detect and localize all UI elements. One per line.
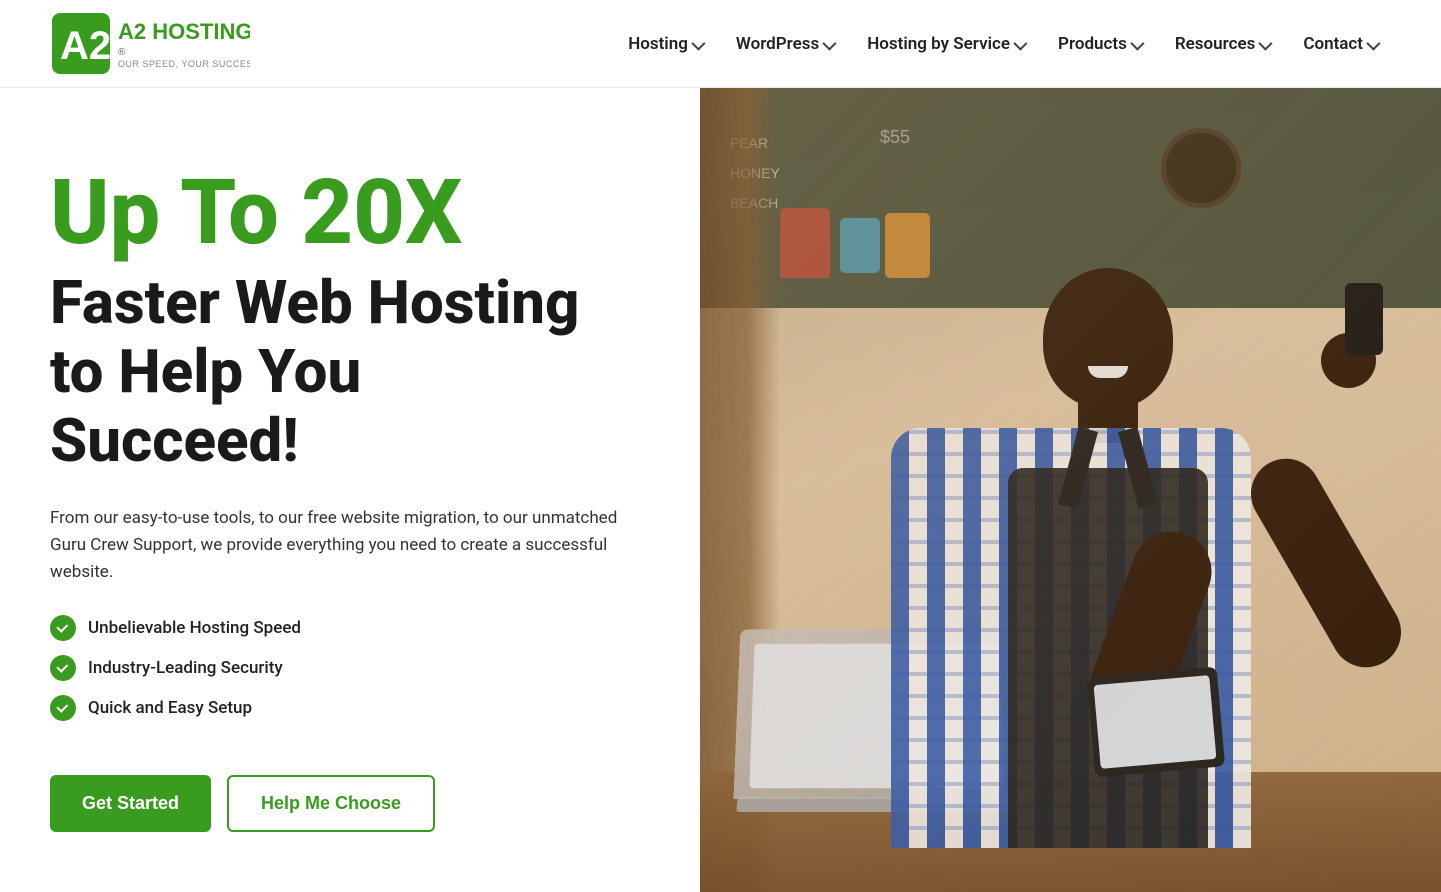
- chevron-down-icon: [1259, 36, 1273, 50]
- svg-text:A2: A2: [60, 24, 111, 68]
- main-nav: Hosting WordPress Hosting by Service Pro…: [614, 26, 1391, 62]
- nav-products[interactable]: Products: [1044, 26, 1155, 62]
- get-started-button[interactable]: Get Started: [50, 775, 211, 832]
- check-icon: [50, 615, 76, 641]
- hero-headline-bottom: Faster Web Hostingto Help YouSucceed!: [50, 268, 650, 475]
- hero-buttons: Get Started Help Me Choose: [50, 775, 650, 832]
- feature-speed: Unbelievable Hosting Speed: [50, 615, 650, 641]
- hero-photo: PEAR HONEY BEACH $55: [700, 88, 1441, 892]
- feature-setup-text: Quick and Easy Setup: [88, 698, 252, 718]
- feature-security: Industry-Leading Security: [50, 655, 650, 681]
- feature-speed-text: Unbelievable Hosting Speed: [88, 618, 301, 638]
- svg-text:OUR SPEED, YOUR SUCCESS: OUR SPEED, YOUR SUCCESS: [118, 59, 250, 69]
- svg-text:A2 HOSTING: A2 HOSTING: [118, 19, 250, 44]
- header: A2 A2 HOSTING ® OUR SPEED, YOUR SUCCESS …: [0, 0, 1441, 88]
- hero-description: From our easy-to-use tools, to our free …: [50, 505, 650, 587]
- nav-wordpress[interactable]: WordPress: [722, 26, 847, 62]
- nav-hosting[interactable]: Hosting: [614, 26, 716, 62]
- nav-contact[interactable]: Contact: [1289, 26, 1391, 62]
- chevron-down-icon: [1013, 36, 1027, 50]
- check-icon: [50, 655, 76, 681]
- hero-headline-top: Up To 20X: [50, 168, 650, 258]
- feature-setup: Quick and Easy Setup: [50, 695, 650, 721]
- svg-text:®: ®: [118, 47, 126, 58]
- chevron-down-icon: [823, 36, 837, 50]
- chevron-down-icon: [1366, 36, 1380, 50]
- check-icon: [50, 695, 76, 721]
- feature-security-text: Industry-Leading Security: [88, 658, 283, 678]
- features-list: Unbelievable Hosting Speed Industry-Lead…: [50, 615, 650, 735]
- photo-overlay: [700, 88, 1441, 892]
- chevron-down-icon: [691, 36, 705, 50]
- nav-resources[interactable]: Resources: [1161, 26, 1284, 62]
- help-me-choose-button[interactable]: Help Me Choose: [227, 775, 435, 832]
- hero-section: Up To 20X Faster Web Hostingto Help YouS…: [0, 88, 1441, 892]
- nav-hosting-by-service[interactable]: Hosting by Service: [853, 26, 1038, 62]
- hero-content: Up To 20X Faster Web Hostingto Help YouS…: [0, 88, 700, 892]
- hero-image: PEAR HONEY BEACH $55: [700, 88, 1441, 892]
- chevron-down-icon: [1130, 36, 1144, 50]
- logo[interactable]: A2 A2 HOSTING ® OUR SPEED, YOUR SUCCESS: [50, 11, 250, 76]
